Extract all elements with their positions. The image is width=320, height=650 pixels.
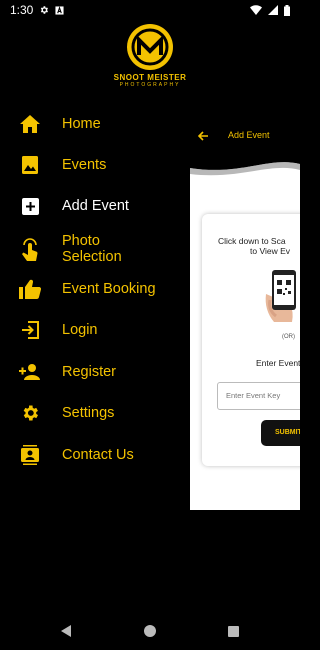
recents-square-icon[interactable] [228, 624, 239, 642]
login-icon [18, 318, 42, 342]
menu-label-photo-selection-line2: Selection [62, 249, 122, 265]
gear-icon [39, 5, 49, 15]
menu-item-photo-selection[interactable]: Photo Selection [0, 232, 190, 266]
cell-signal-icon [268, 5, 278, 15]
menu-label-event-booking: Event Booking [62, 281, 156, 297]
qr-scan-phone-illustration[interactable] [264, 266, 300, 324]
menu-label-register: Register [62, 364, 116, 380]
screen-title: Add Event [228, 130, 270, 140]
image-icon [18, 153, 42, 177]
submit-button[interactable]: SUBMIT [261, 420, 300, 446]
scan-instruction-line2: to View Ev [250, 246, 291, 256]
menu-item-register[interactable]: Register [0, 360, 190, 384]
header-wave-decoration [190, 150, 300, 176]
add-box-icon [18, 194, 42, 218]
gear-icon [18, 401, 42, 425]
wifi-icon [250, 5, 262, 15]
or-divider-label: (OR) [282, 334, 295, 340]
app-bar: Add Event [190, 118, 300, 152]
menu-item-event-booking[interactable]: Event Booking [0, 277, 190, 301]
touch-icon [18, 237, 42, 261]
a-box-icon [55, 5, 64, 15]
scan-instruction: Click down to Sca to View Ev [218, 236, 300, 256]
menu-item-events[interactable]: Events [0, 153, 190, 177]
contact-card-icon [18, 443, 42, 467]
logo-title: SNOOT MEISTER [113, 73, 187, 82]
add-person-icon [18, 360, 42, 384]
system-nav-bar [0, 610, 300, 650]
menu-label-settings: Settings [62, 405, 115, 421]
menu-item-login[interactable]: Login [0, 318, 190, 342]
scan-instruction-line1: Click down to Sca [218, 236, 286, 246]
menu-label-events: Events [62, 157, 107, 173]
menu-label-contact-us: Contact Us [62, 447, 134, 463]
menu-label-home: Home [62, 116, 101, 132]
menu-label-add-event: Add Event [62, 198, 129, 214]
home-icon [18, 112, 42, 136]
logo-emblem-icon [127, 24, 173, 70]
menu-item-contact-us[interactable]: Contact Us [0, 443, 190, 467]
menu-label-photo-selection: Photo Selection [62, 233, 122, 265]
status-time: 1:30 [10, 3, 34, 17]
home-circle-icon[interactable] [144, 624, 156, 642]
event-key-input[interactable]: Enter Event Key [217, 382, 300, 410]
back-triangle-icon[interactable] [60, 624, 72, 642]
thumbs-up-icon [18, 277, 42, 301]
menu-item-home[interactable]: Home [0, 112, 190, 136]
back-arrow-icon[interactable] [197, 128, 209, 146]
menu-item-add-event[interactable]: Add Event [0, 194, 190, 218]
add-event-screen-preview[interactable]: Add Event Click down to Sca to View Ev (… [190, 118, 300, 510]
menu-label-login: Login [62, 322, 98, 338]
menu-label-photo-selection-line1: Photo [62, 233, 100, 249]
battery-icon [284, 4, 290, 16]
enter-event-label: Enter Event [256, 358, 300, 368]
logo-subtitle: PHOTOGRAPHY [119, 82, 181, 88]
menu-item-settings[interactable]: Settings [0, 401, 190, 425]
app-logo: SNOOT MEISTER PHOTOGRAPHY [110, 24, 190, 88]
status-bar: 1:30 [0, 0, 300, 20]
